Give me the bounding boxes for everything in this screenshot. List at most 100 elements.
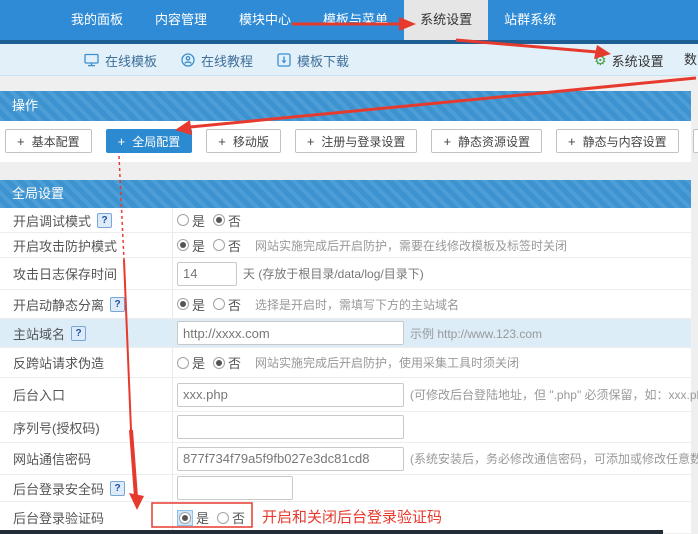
toolbar-item-label: 模板下载 [297,51,349,70]
plus-icon: + [443,134,451,149]
button-label: 基本配置 [32,133,80,150]
register-login-settings-button[interactable]: + 注册与登录设置 [295,129,418,153]
radio-group: 是 否 [177,508,253,527]
row-hint: 网站实施完成后开启防护，需要在线修改模板及标签时关闭 [255,237,567,254]
top-nav: 我的面板 内容管理 模块中心 模板与菜单 系统设置 站群系统 [0,0,698,40]
main-domain-input[interactable] [177,321,404,345]
row-label: 主站域名 [13,324,65,343]
radio-yes[interactable] [177,239,189,251]
radio-label: 否 [228,353,241,372]
radio-no[interactable] [217,512,229,524]
system-settings-link[interactable]: ⚙ 系统设置 [594,44,664,76]
tab-modules[interactable]: 模块中心 [223,0,307,40]
global-settings-header: 全局设置 [0,180,691,208]
plus-icon: + [17,134,25,149]
row-label: 开启调试模式 [13,211,91,230]
radio-yes[interactable] [177,298,189,310]
operations-panel-body: + 基本配置 + 全局配置 +移动版 + 注册与登录设置 + 静态资源设置 +静态与内容… [0,121,691,162]
help-icon[interactable]: ? [71,326,86,341]
radio-no[interactable] [213,214,225,226]
radio-no[interactable] [213,357,225,369]
radio-no[interactable] [213,298,225,310]
table-row-log-keep-time: 攻击日志保存时间 天 (存放于根目录/data/log/目录下) [0,258,691,290]
secondary-toolbar: 在线模板 在线教程 模板下载 ⚙ 系统设置 数 [0,44,698,76]
download-icon [277,53,291,67]
login-security-code-input[interactable] [177,476,293,500]
radio-label: 是 [192,236,205,255]
tab-templates-menu[interactable]: 模板与菜单 [307,0,404,40]
online-templates-link[interactable]: 在线模板 [84,51,157,70]
table-row-static-split: 开启动静态分离 ? 是 否 选择是开启时，需填写下方的主站域名 [0,290,691,319]
serial-number-input[interactable] [177,415,404,439]
plus-icon: + [218,134,226,149]
log-days-input[interactable] [177,262,237,286]
radio-label: 是 [196,508,209,527]
comm-password-input[interactable] [177,447,404,471]
toolbar-item-label: 在线教程 [201,51,253,70]
help-icon[interactable]: ? [110,481,125,496]
row-hint: 网站实施完成后开启防护，使用采集工具时须关闭 [255,354,519,371]
radio-label: 是 [192,353,205,372]
tab-content[interactable]: 内容管理 [139,0,223,40]
radio-focus-ring [177,510,193,526]
help-icon[interactable]: ? [97,213,112,228]
plus-icon: + [568,134,576,149]
row-label: 开启攻击防护模式 [13,236,117,255]
online-tutorial-link[interactable]: 在线教程 [181,51,253,70]
admin-entry-input[interactable] [177,383,404,407]
row-label: 后台登录安全码 [13,479,104,498]
row-label: 反跨站请求伪造 [13,353,104,372]
table-row-anti-csrf: 反跨站请求伪造 是 否 网站实施完成后开启防护，使用采集工具时须关闭 [0,348,691,378]
static-content-settings-button[interactable]: +静态与内容设置 [556,129,679,153]
row-hint: (可修改后台登陆地址，但 ".php" 必须保留，如：xxx.php ) [410,386,698,403]
tab-dashboard[interactable]: 我的面板 [55,0,139,40]
radio-group: 是 否 [177,295,249,314]
global-config-button[interactable]: + 全局配置 [106,129,193,153]
global-settings-panel: 全局设置 开启调试模式 ? 是 否 开启攻击防护模式 是 否 网站实施完成后开启… [0,180,691,533]
radio-no[interactable] [213,239,225,251]
radio-label: 是 [192,211,205,230]
table-row-main-domain: 主站域名 ? 示例 http://www.123.com [0,319,691,348]
toolbar-item-label: 在线模板 [105,51,157,70]
table-row-debug-mode: 开启调试模式 ? 是 否 [0,208,691,233]
radio-yes[interactable] [179,512,191,524]
row-label: 后台登录验证码 [13,508,104,527]
operations-panel-header: 操作 [0,91,691,121]
row-hint: 天 (存放于根目录/data/log/目录下) [243,265,424,282]
button-label: 静态资源设置 [458,133,530,150]
row-hint: 选择是开启时，需填写下方的主站域名 [255,296,459,313]
row-hint: 示例 http://www.123.com [410,325,542,342]
radio-group: 是 否 [177,353,249,372]
template-download-link[interactable]: 模板下载 [277,51,349,70]
tab-system-settings[interactable]: 系统设置 [404,0,488,40]
row-label: 序列号(授权码) [13,418,100,437]
basic-config-button[interactable]: + 基本配置 [5,129,92,153]
row-label: 开启动静态分离 [13,295,104,314]
button-label: 注册与登录设置 [321,133,405,150]
row-label: 网站通信密码 [13,449,91,468]
bottom-bar [0,530,663,534]
help-icon[interactable]: ? [110,297,125,312]
static-resource-settings-button[interactable]: + 静态资源设置 [431,129,542,153]
table-row-login-security-code: 后台登录安全码 ? [0,475,691,502]
radio-yes[interactable] [177,214,189,226]
radio-yes[interactable] [177,357,189,369]
plus-icon: + [307,134,315,149]
table-row-admin-entry: 后台入口 (可修改后台登陆地址，但 ".php" 必须保留，如：xxx.php … [0,378,691,412]
toolbar-left: 在线模板 在线教程 模板下载 [84,44,349,76]
table-row-comm-password: 网站通信密码 (系统安装后，务必修改通信密码，可添加或修改任意数字) [0,443,691,475]
toolbar-item-label: 系统设置 [612,51,664,70]
table-row-attack-protection: 开启攻击防护模式 是 否 网站实施完成后开启防护，需要在线修改模板及标签时关闭 [0,233,691,258]
gear-icon: ⚙ [594,53,607,67]
table-row-login-captcha: 后台登录验证码 是 否 [0,502,691,533]
attribute-permission-button[interactable]: +属性权限 [693,129,698,153]
row-hint: (系统安装后，务必修改通信密码，可添加或修改任意数字) [410,450,698,467]
clipped-toolbar-item[interactable]: 数 [684,44,697,76]
tab-site-group[interactable]: 站群系统 [488,0,572,40]
mobile-version-button[interactable]: +移动版 [206,129,281,153]
button-label: 全局配置 [132,133,180,150]
radio-group: 是 否 [177,211,249,230]
radio-label: 否 [228,211,241,230]
plus-icon: + [118,134,126,149]
radio-label: 否 [228,295,241,314]
